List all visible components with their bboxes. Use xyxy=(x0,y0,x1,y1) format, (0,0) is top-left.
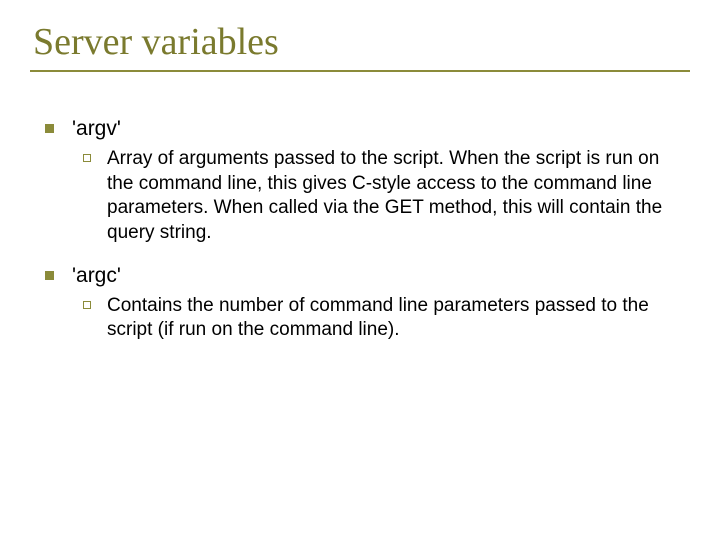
list-subitem-text: Contains the number of command line para… xyxy=(107,294,685,343)
square-bullet-icon xyxy=(45,271,54,280)
content: 'argv' Array of arguments passed to the … xyxy=(30,117,690,343)
slide-title: Server variables xyxy=(33,20,690,64)
hollow-square-bullet-icon xyxy=(83,154,91,162)
list-item-label: 'argc' xyxy=(72,264,121,288)
square-bullet-icon xyxy=(45,124,54,133)
list-subitem-text: Array of arguments passed to the script.… xyxy=(107,147,685,246)
list-item: 'argv' xyxy=(45,117,685,141)
list-subitem: Array of arguments passed to the script.… xyxy=(83,147,685,246)
title-wrap: Server variables xyxy=(30,20,690,72)
list-item-label: 'argv' xyxy=(72,117,121,141)
hollow-square-bullet-icon xyxy=(83,301,91,309)
slide: Server variables 'argv' Array of argumen… xyxy=(0,0,720,540)
list-subitem: Contains the number of command line para… xyxy=(83,294,685,343)
list-item: 'argc' xyxy=(45,264,685,288)
